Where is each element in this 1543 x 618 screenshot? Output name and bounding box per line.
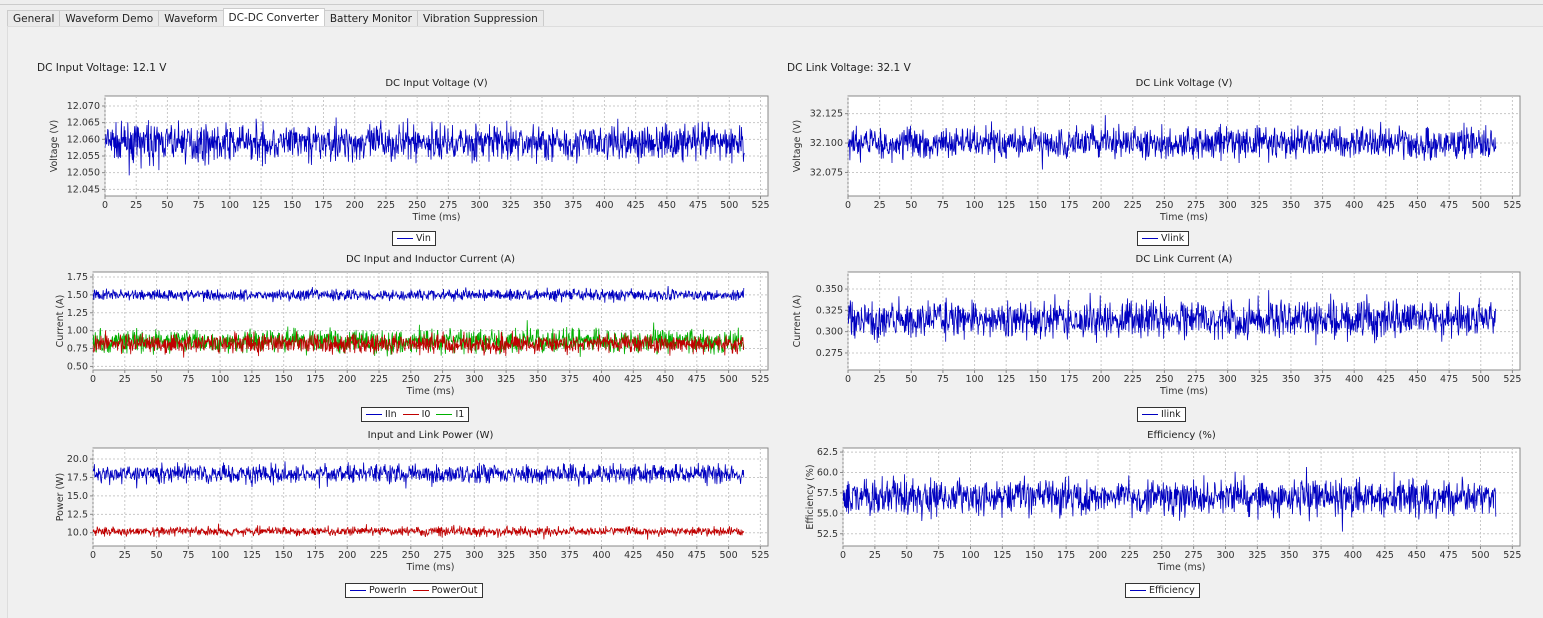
efficiency-legend: Efficiency	[1125, 583, 1200, 598]
legend-label: I0	[421, 409, 431, 420]
legend-swatch	[1142, 238, 1158, 239]
dc-link-current-a-legend: Ilink	[1137, 407, 1186, 422]
legend-label: PowerOut	[431, 585, 478, 596]
legend-label: I1	[455, 409, 465, 420]
dc-dc-converter-panel	[7, 26, 1543, 618]
legend-item: I0	[402, 409, 431, 420]
legend-swatch	[1130, 590, 1146, 591]
legend-item: Vlink	[1142, 233, 1184, 244]
legend-item: PowerIn	[350, 585, 407, 596]
legend-label: Efficiency	[1149, 585, 1195, 596]
legend-swatch	[436, 414, 453, 415]
dc-input-voltage-v-chart-title: DC Input Voltage (V)	[385, 78, 488, 89]
legend-swatch	[397, 238, 413, 239]
legend-item: Vin	[397, 233, 431, 244]
legend-item: IIn	[366, 409, 397, 420]
legend-label: IIn	[385, 409, 397, 420]
tab-bar: General Waveform Demo Waveform DC-DC Con…	[7, 8, 544, 28]
legend-swatch	[412, 590, 429, 591]
efficiency-chart-title: Efficiency (%)	[1147, 430, 1216, 441]
legend-swatch	[1142, 414, 1158, 415]
dc-input-and-inductor-current-a-legend: IIn I0 I1	[361, 407, 470, 422]
dc-input-voltage-readout: DC Input Voltage: 12.1 V	[37, 62, 167, 74]
legend-label: Vin	[416, 233, 431, 244]
dc-input-voltage-v-legend: Vin	[392, 231, 436, 246]
legend-item: Ilink	[1142, 409, 1181, 420]
legend-item: PowerOut	[412, 585, 478, 596]
legend-swatch	[402, 414, 419, 415]
legend-label: Vlink	[1161, 233, 1185, 244]
dc-link-current-a-chart-title: DC Link Current (A)	[1135, 254, 1233, 265]
legend-item: I1	[436, 409, 464, 420]
top-border	[0, 0, 1543, 5]
legend-swatch	[350, 590, 366, 591]
input-and-link-power-w-chart-title: Input and Link Power (W)	[367, 430, 494, 441]
legend-label: Ilink	[1161, 409, 1181, 420]
input-and-link-power-w-legend: PowerIn PowerOut	[345, 583, 483, 598]
legend-label: PowerIn	[369, 585, 407, 596]
dc-link-voltage-v-legend: Vlink	[1137, 231, 1190, 246]
tab-dc-dc-converter[interactable]: DC-DC Converter	[222, 8, 325, 28]
dc-link-voltage-readout: DC Link Voltage: 32.1 V	[787, 62, 911, 74]
legend-item: Efficiency	[1130, 585, 1195, 596]
legend-swatch	[366, 414, 382, 415]
dc-link-voltage-v-chart-title: DC Link Voltage (V)	[1135, 78, 1233, 89]
dc-input-and-inductor-current-a-chart-title: DC Input and Inductor Current (A)	[345, 254, 516, 265]
